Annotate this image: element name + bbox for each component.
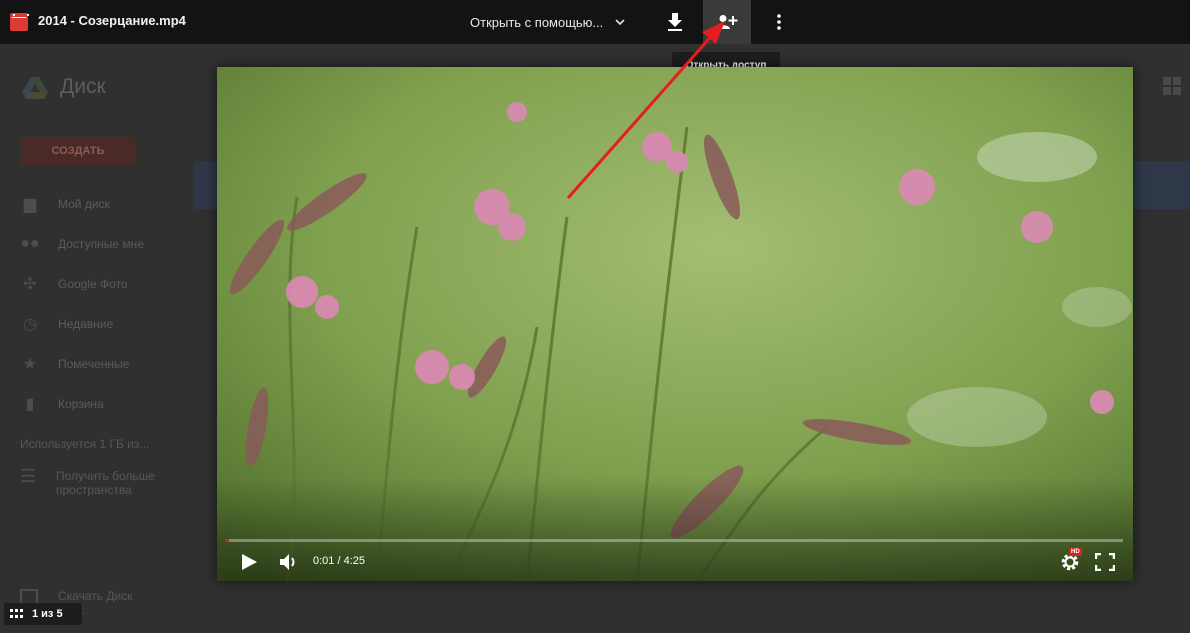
sidebar-item-recent: ◷ Недавние	[20, 304, 200, 344]
sidebar-item-trash: ▮ Корзина	[20, 384, 200, 424]
page-counter-label: 1 из 5	[32, 608, 63, 620]
play-icon[interactable]	[239, 552, 259, 572]
drive-sidebar-nav: ▆ Мой диск ●● Доступные мне ✣ Google Фот…	[20, 184, 200, 424]
page-counter[interactable]: 1 из 5	[4, 603, 82, 625]
open-with-label: Открыть с помощью...	[470, 14, 604, 30]
download-icon	[668, 13, 682, 31]
file-title: 2014 - Созерцание.mp4	[38, 13, 186, 28]
more-vert-icon	[777, 14, 781, 30]
storage-icon: ☰	[20, 466, 37, 486]
download-button[interactable]	[655, 0, 695, 44]
folder-icon: ▆	[23, 196, 37, 213]
share-button[interactable]	[703, 0, 751, 44]
sidebar-item-photos: ✣ Google Фото	[20, 264, 200, 304]
sidebar-item-label: Мой диск	[58, 197, 110, 211]
fullscreen-icon[interactable]	[1095, 553, 1115, 571]
drive-logo-icon	[22, 77, 48, 99]
storage-usage-text: Используется 1 ГБ из...	[20, 437, 150, 451]
video-controls: 0:01 / 4:25 HD	[217, 542, 1133, 581]
add-person-icon	[716, 15, 738, 29]
star-icon: ★	[22, 356, 38, 373]
grid-view-icon	[1163, 77, 1181, 95]
chevron-down-icon	[615, 19, 625, 26]
video-frame	[217, 67, 1133, 581]
drive-app-title: Диск	[60, 75, 106, 98]
sidebar-item-label: Google Фото	[58, 277, 128, 291]
sidebar-item-shared: ●● Доступные мне	[20, 224, 200, 264]
volume-icon[interactable]	[279, 552, 301, 572]
viewer-toolbar: 2014 - Созерцание.mp4 Открыть с помощью.…	[0, 0, 1190, 44]
hd-badge: HD	[1069, 548, 1082, 556]
open-with-button[interactable]: Открыть с помощью...	[470, 0, 625, 44]
sidebar-item-label: Помеченные	[58, 357, 130, 371]
sidebar-item-label: Доступные мне	[58, 237, 144, 251]
sidebar-item-label: Корзина	[58, 397, 104, 411]
video-player[interactable]: 0:01 / 4:25 HD	[217, 67, 1133, 581]
clock-icon: ◷	[23, 316, 37, 333]
get-more-storage-label: Получить больше пространства	[56, 469, 155, 497]
sidebar-item-my-drive: ▆ Мой диск	[20, 184, 200, 224]
sidebar-item-label: Недавние	[58, 317, 114, 331]
grid-dots-icon	[10, 609, 23, 618]
people-icon: ●●	[20, 235, 40, 252]
get-more-storage: ☰ Получить больше пространства	[20, 466, 176, 497]
video-file-icon	[10, 13, 29, 31]
time-display: 0:01 / 4:25	[313, 555, 365, 567]
trash-icon: ▮	[25, 396, 35, 413]
create-button: СОЗДАТЬ	[21, 137, 135, 165]
photos-icon: ✣	[23, 276, 37, 293]
sidebar-item-starred: ★ Помеченные	[20, 344, 200, 384]
more-actions-button[interactable]	[759, 0, 799, 44]
